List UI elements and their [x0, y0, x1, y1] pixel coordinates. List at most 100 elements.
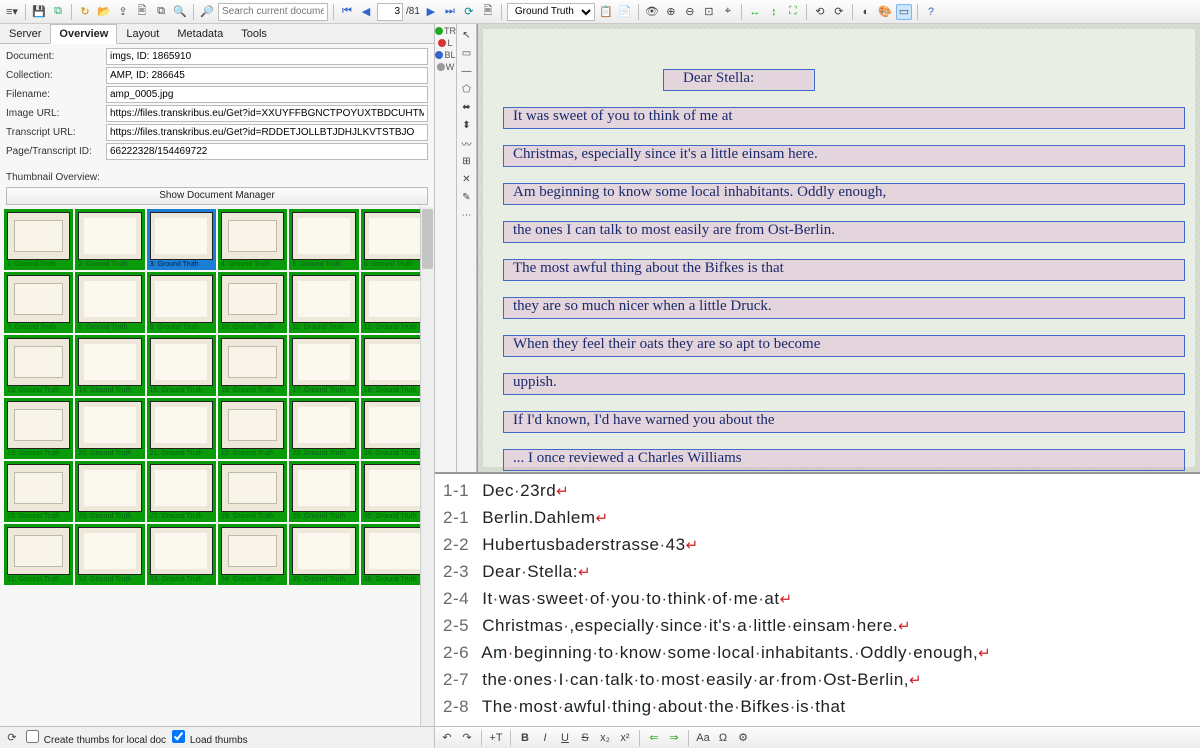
split-h-icon[interactable]: ⬌ — [460, 100, 474, 114]
transcript-line[interactable]: 2-7 theonesIcantalktomosteasilyarfromOst… — [443, 667, 1192, 694]
thumbnail[interactable]: 29: Ground Truth — [289, 461, 358, 522]
transcript-line[interactable]: 2-5 Christmas,especiallysinceit'salittle… — [443, 613, 1192, 640]
thumbnail-scrollbar[interactable] — [420, 207, 434, 726]
thumbnail[interactable]: 34: Ground Truth — [218, 524, 287, 585]
thumbnail[interactable]: 14: Ground Truth — [75, 335, 144, 396]
load-thumbs-checkbox[interactable]: Load thumbs — [172, 730, 248, 746]
thumbnail[interactable]: 17: Ground Truth — [289, 335, 358, 396]
underline-icon[interactable]: U — [557, 730, 573, 746]
thumbnail[interactable]: 9: Ground Truth — [147, 272, 216, 333]
zoom-fit-icon[interactable]: ⊡ — [701, 4, 717, 20]
doc-icon[interactable]: 🖹 — [134, 4, 150, 20]
thumbnail[interactable]: 21: Ground Truth — [147, 398, 216, 459]
imageurl-field[interactable] — [106, 105, 428, 122]
thumbnail[interactable]: 7: Ground Truth — [4, 272, 73, 333]
paste-icon[interactable]: 📄 — [617, 4, 633, 20]
next-page-icon[interactable]: ▶ — [423, 4, 439, 20]
contrast-icon[interactable]: ◐ — [858, 4, 874, 20]
rotate-r-icon[interactable]: ⟳ — [831, 4, 847, 20]
pointer-icon[interactable]: ↖ — [460, 28, 474, 42]
transcript-line[interactable]: 2-4 Itwassweetofyoutothinkofmeat↵ — [443, 586, 1192, 613]
merge-icon[interactable]: ⊞ — [460, 154, 474, 168]
font-icon[interactable]: Aa — [695, 730, 711, 746]
thumbnail[interactable]: 5: Ground Truth — [289, 209, 358, 270]
thumbnail[interactable]: 35: Ground Truth — [289, 524, 358, 585]
baseline-icon[interactable]: 〰 — [460, 136, 474, 150]
last-page-icon[interactable]: ⏭ — [442, 4, 458, 20]
region-icon[interactable]: ▭ — [460, 46, 474, 60]
split-v-icon[interactable]: ⬍ — [460, 118, 474, 132]
thumbnail[interactable]: 22: Ground Truth — [218, 398, 287, 459]
sub-icon[interactable]: x₂ — [597, 730, 613, 746]
thumbnail[interactable]: 3: Ground Truth — [147, 209, 216, 270]
show-document-manager-button[interactable]: Show Document Manager — [6, 187, 428, 205]
tab-metadata[interactable]: Metadata — [168, 24, 232, 43]
fit-page-icon[interactable]: ⛶ — [785, 4, 801, 20]
reload-icon[interactable]: ↻ — [77, 4, 93, 20]
prev-line-icon[interactable]: ⇐ — [646, 730, 662, 746]
delete-icon[interactable]: ✕ — [460, 172, 474, 186]
thumbnail[interactable]: 4: Ground Truth — [218, 209, 287, 270]
zoom-reset-icon[interactable]: ⌖ — [720, 4, 736, 20]
transcript-line[interactable]: 2-8 ThemostawfulthingabouttheBifkesistha… — [443, 694, 1192, 720]
tab-server[interactable]: Server — [0, 24, 50, 43]
transcript-line[interactable]: 2-1 Berlin.Dahlem↵ — [443, 505, 1192, 532]
next-line-icon[interactable]: ⇒ — [666, 730, 682, 746]
transcript-line[interactable]: 1-1 Dec23rd↵ — [443, 478, 1192, 505]
thumbnail[interactable]: 20: Ground Truth — [75, 398, 144, 459]
thumbnail[interactable]: 11: Ground Truth — [289, 272, 358, 333]
fit-h-icon[interactable]: ↕ — [766, 4, 782, 20]
bold-icon[interactable]: B — [517, 730, 533, 746]
versions-icon[interactable]: ⧉ — [153, 4, 169, 20]
reload-page-icon[interactable]: ⟳ — [461, 4, 477, 20]
first-page-icon[interactable]: ⏮ — [339, 4, 355, 20]
thumbnail[interactable]: 25: Ground Truth — [4, 461, 73, 522]
sup-icon[interactable]: x² — [617, 730, 633, 746]
page-icon[interactable]: 🗎 — [480, 4, 496, 20]
open-icon[interactable]: 📂 — [96, 4, 112, 20]
undo-icon[interactable]: ↶ — [439, 730, 455, 746]
strike-icon[interactable]: S — [577, 730, 593, 746]
redo-icon[interactable]: ↷ — [459, 730, 475, 746]
color-icon[interactable]: 🎨 — [877, 4, 893, 20]
save2-icon[interactable]: ⧉ — [50, 4, 66, 20]
thumbnail[interactable]: 19: Ground Truth — [4, 398, 73, 459]
page-number-input[interactable] — [377, 3, 403, 21]
document-field[interactable] — [106, 48, 428, 65]
transcripturl-field[interactable] — [106, 124, 428, 141]
settings-icon[interactable]: ⚙ — [735, 730, 751, 746]
thumbnail[interactable]: 27: Ground Truth — [147, 461, 216, 522]
thumbnail[interactable]: 10: Ground Truth — [218, 272, 287, 333]
zoom-in-icon[interactable]: ⊕ — [663, 4, 679, 20]
line-icon[interactable]: ― — [460, 64, 474, 78]
thumbnail[interactable]: 15: Ground Truth — [147, 335, 216, 396]
thumbnail[interactable]: 31: Ground Truth — [4, 524, 73, 585]
create-thumbs-checkbox[interactable]: Create thumbs for local doc — [26, 730, 166, 746]
search-input[interactable] — [218, 3, 328, 21]
char-icon[interactable]: Ω — [715, 730, 731, 746]
transcript-line[interactable]: 2-3 DearStella:↵ — [443, 559, 1192, 586]
polygon-icon[interactable]: ⬠ — [460, 82, 474, 96]
pageid-field[interactable] — [106, 143, 428, 160]
fit-w-icon[interactable]: ↔ — [747, 4, 763, 20]
pencil-icon[interactable]: ✎ — [460, 190, 474, 204]
filename-field[interactable] — [106, 86, 428, 103]
tab-tools[interactable]: Tools — [232, 24, 276, 43]
highlight-icon[interactable]: ▭ — [896, 4, 912, 20]
status-combo[interactable]: Ground Truth — [507, 3, 595, 21]
thumbnail[interactable]: 8: Ground Truth — [75, 272, 144, 333]
thumbnail[interactable]: 32: Ground Truth — [75, 524, 144, 585]
thumbnail[interactable]: 23: Ground Truth — [289, 398, 358, 459]
zoom-out-icon[interactable]: ⊖ — [682, 4, 698, 20]
italic-icon[interactable]: I — [537, 730, 553, 746]
thumbnail[interactable]: 1: Ground Truth — [4, 209, 73, 270]
menu-icon[interactable]: ≡▾ — [4, 4, 20, 20]
image-canvas[interactable]: Dear Stella:It was sweet of you to think… — [477, 24, 1200, 472]
more-icon[interactable]: ⋯ — [460, 208, 474, 222]
tab-overview[interactable]: Overview — [50, 24, 117, 44]
export-icon[interactable]: ⇪ — [115, 4, 131, 20]
thumbnail[interactable]: 16: Ground Truth — [218, 335, 287, 396]
rotate-l-icon[interactable]: ⟲ — [812, 4, 828, 20]
thumbnail[interactable]: 13: Ground Truth — [4, 335, 73, 396]
transcript-line[interactable]: 2-6 Ambeginningtoknowsomelocalinhabitant… — [443, 640, 1192, 667]
